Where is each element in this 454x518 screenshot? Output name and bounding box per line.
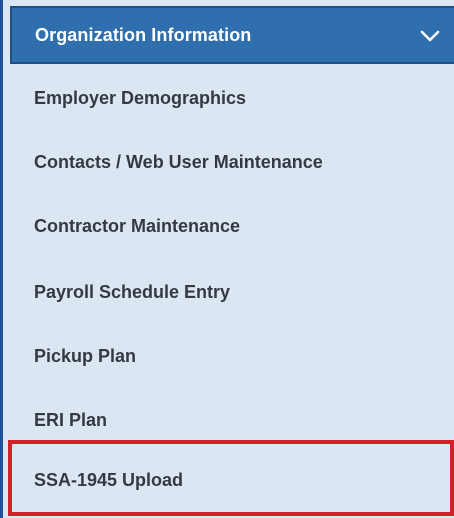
menu-item-ssa-1945-upload[interactable]: SSA-1945 Upload	[34, 470, 183, 491]
chevron-down-icon[interactable]	[419, 25, 441, 47]
menu-item-contractor-maintenance[interactable]: Contractor Maintenance	[34, 216, 240, 237]
menu-item-eri-plan[interactable]: ERI Plan	[34, 410, 107, 431]
organization-information-menu: Organization Information Employer Demogr…	[0, 0, 454, 518]
highlight-box: SSA-1945 Upload	[8, 440, 454, 516]
menu-item-pickup-plan[interactable]: Pickup Plan	[34, 346, 136, 367]
menu-item-payroll-schedule-entry[interactable]: Payroll Schedule Entry	[34, 282, 230, 303]
menu-item-employer-demographics[interactable]: Employer Demographics	[34, 88, 246, 109]
menu-header-title: Organization Information	[35, 24, 252, 45]
menu-item-contacts-web-user-maintenance[interactable]: Contacts / Web User Maintenance	[34, 152, 323, 173]
menu-header[interactable]: Organization Information	[10, 6, 454, 64]
